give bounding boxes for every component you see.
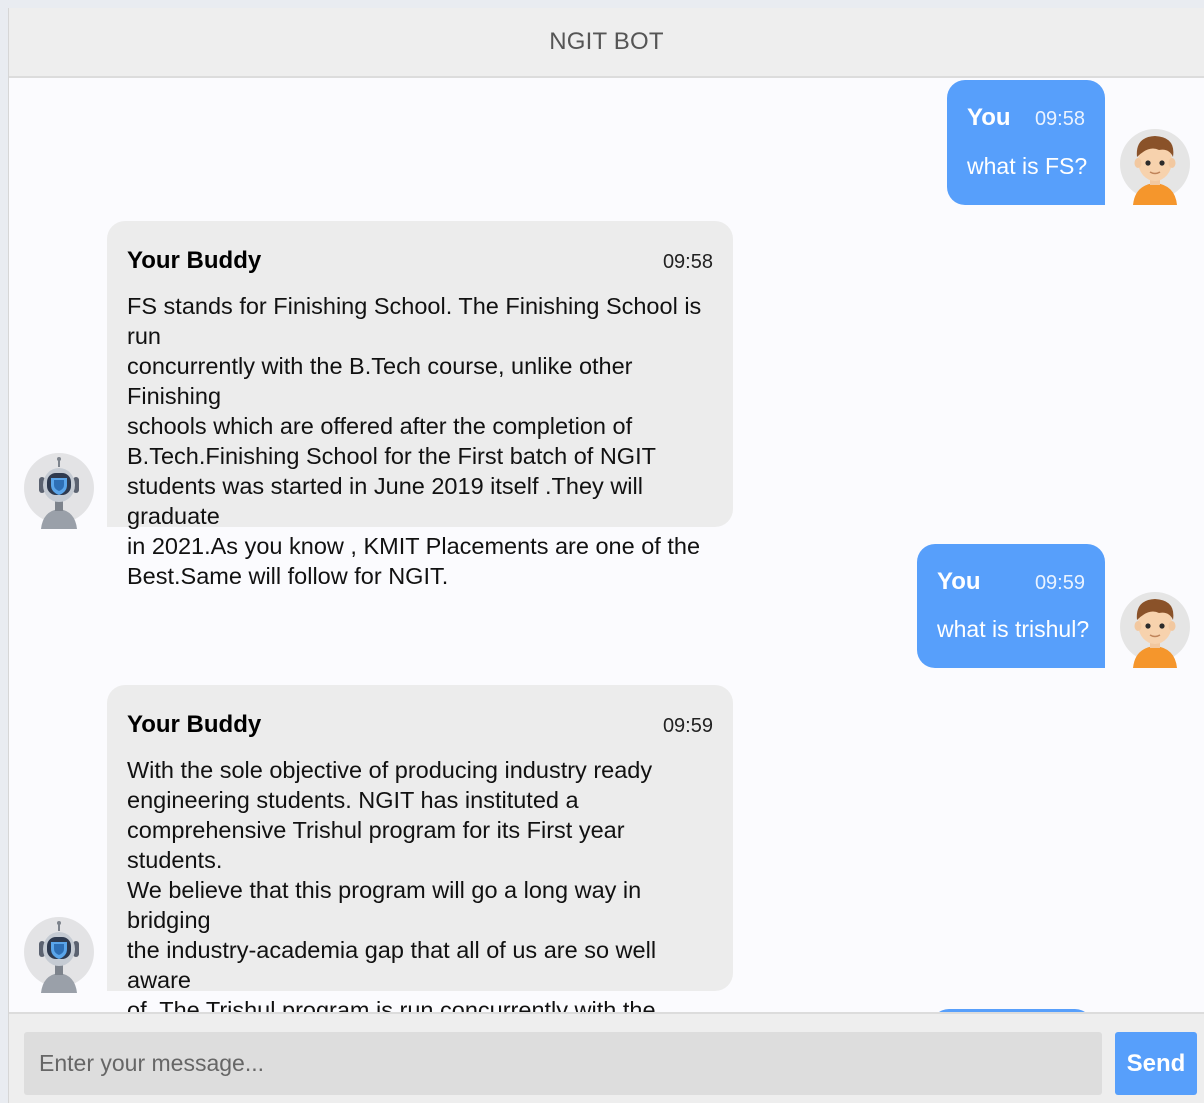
message-line: With the sole objective of producing ind… xyxy=(127,757,653,783)
message-line: comprehensive Trishul program for its Fi… xyxy=(127,817,625,873)
message-line: We believe that this program will go a l… xyxy=(127,877,642,933)
chat-window: NGIT BOT You 09:58 what is FS? Your Budd… xyxy=(8,8,1204,1103)
message-line: the industry-academia gap that all of us… xyxy=(127,937,657,993)
chat-header: NGIT BOT xyxy=(9,8,1204,78)
message-bot: Your Buddy 09:59 With the sole objective… xyxy=(9,80,1204,1012)
message-input[interactable] xyxy=(24,1032,1102,1095)
message-time: 09:59 xyxy=(662,715,713,737)
chat-body[interactable]: You 09:58 what is FS? Your Buddy 09:58 F… xyxy=(9,80,1204,1012)
robot-avatar-icon xyxy=(23,911,95,993)
message-line: of. The Trishul program is run concurren… xyxy=(127,997,656,1012)
send-button[interactable]: Send xyxy=(1115,1032,1197,1095)
bot-message-bubble: Your Buddy 09:59 With the sole objective… xyxy=(107,685,733,1012)
message-line: engineering students. NGIT has institute… xyxy=(127,787,579,813)
message-text: With the sole objective of producing ind… xyxy=(127,755,713,1012)
chat-title: NGIT BOT xyxy=(549,28,664,55)
message-sender: Your Buddy xyxy=(127,711,262,738)
message-composer: Send xyxy=(9,1012,1204,1103)
